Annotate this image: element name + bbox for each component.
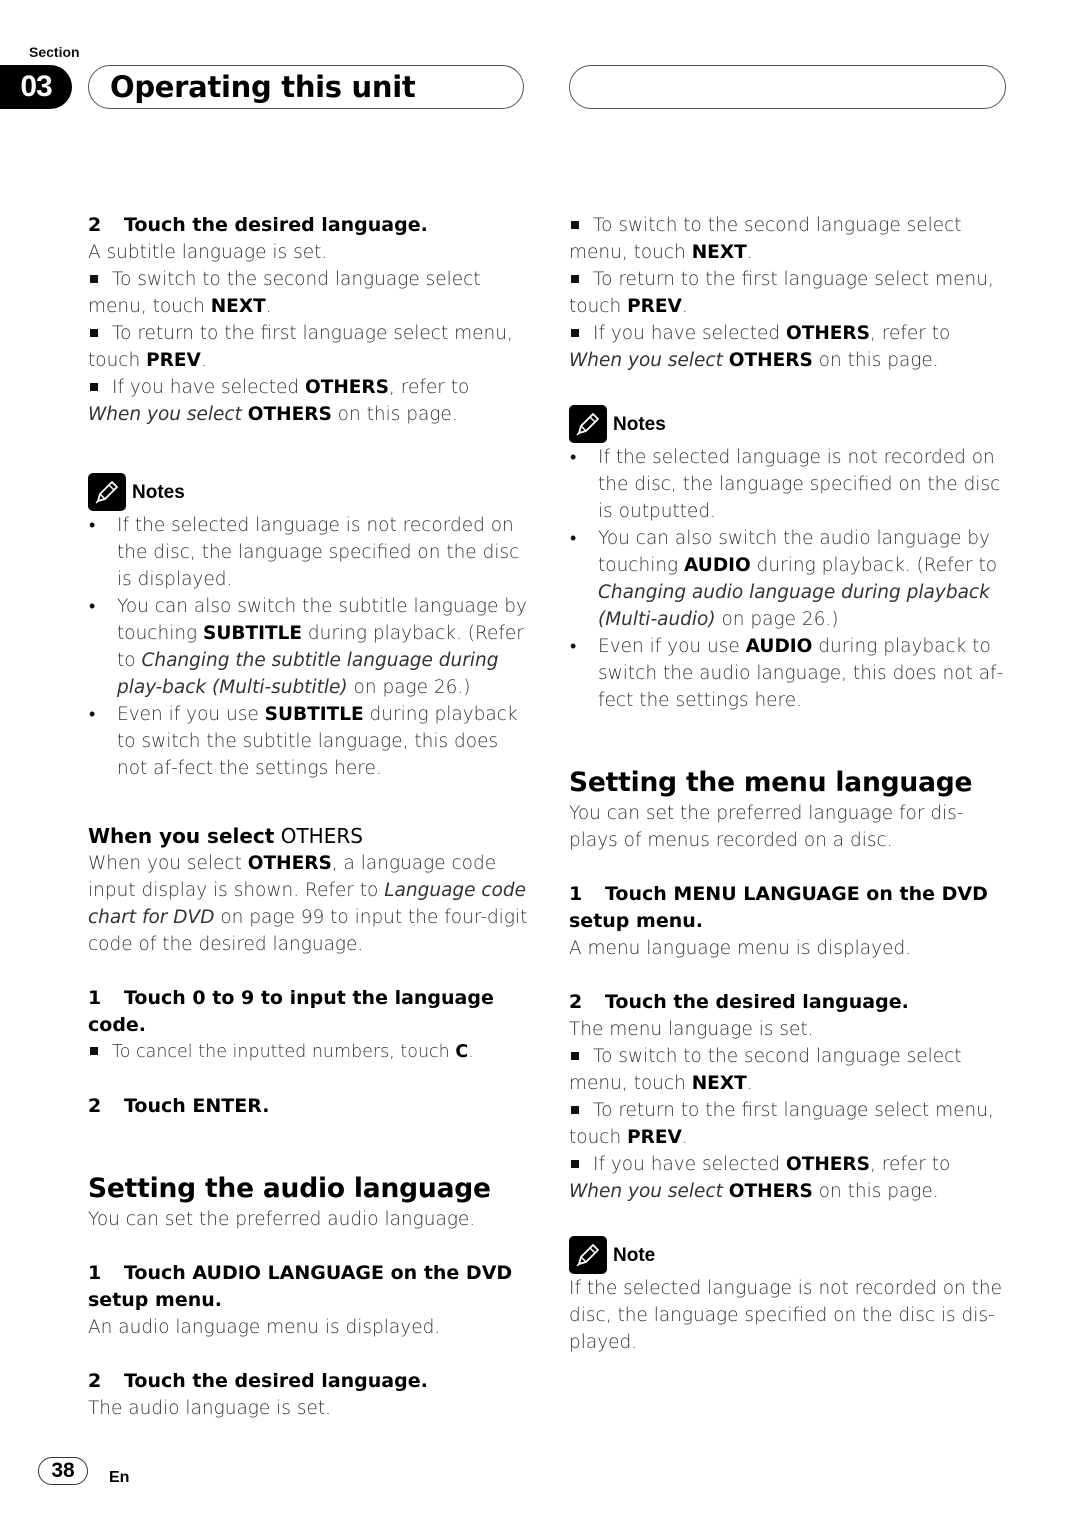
note-label: Note bbox=[613, 1244, 656, 1266]
cross-reference-link: When you select bbox=[88, 404, 242, 425]
square-bullet-icon bbox=[90, 274, 98, 283]
others-heading: When you select OTHERS bbox=[88, 824, 363, 848]
tip-item: To return to the first language select m… bbox=[569, 1100, 994, 1148]
square-bullet-icon bbox=[571, 220, 579, 229]
square-bullet-icon bbox=[90, 328, 98, 337]
note-item: Even if you use AUDIO during playback to… bbox=[569, 633, 1009, 714]
tip-item: To switch to the second language select … bbox=[569, 1046, 962, 1094]
others-body: When you select OTHERS, a language code … bbox=[88, 853, 528, 955]
step-heading: 2 Touch ENTER. bbox=[88, 1095, 270, 1117]
note-item: You can also switch the subtitle languag… bbox=[88, 593, 528, 701]
step-result: A menu language menu is displayed. bbox=[569, 938, 912, 959]
square-bullet-icon bbox=[90, 1046, 98, 1055]
note-item: You can also switch the audio language b… bbox=[569, 525, 1009, 633]
pencil-icon bbox=[569, 1236, 607, 1274]
square-bullet-icon bbox=[571, 1159, 579, 1168]
section-heading-audio-language: Setting the audio language bbox=[88, 1173, 491, 1204]
square-bullet-icon bbox=[571, 328, 579, 337]
section-label: Section bbox=[29, 44, 80, 60]
tip-item: To return to the first language select m… bbox=[88, 323, 513, 371]
cross-reference-link: When you select bbox=[569, 350, 723, 371]
tip-item: To switch to the second language select … bbox=[569, 215, 962, 263]
step-heading: 2 Touch the desired language. bbox=[569, 991, 909, 1013]
section-number-badge: 03 bbox=[0, 65, 72, 109]
note-item: If the selected language is not recorded… bbox=[569, 444, 1009, 525]
page-number: 38 bbox=[38, 1457, 88, 1485]
section-intro: You can set the preferred audio language… bbox=[88, 1209, 476, 1230]
page-title: Operating this unit bbox=[110, 70, 416, 104]
step-result: A subtitle language is set. bbox=[88, 242, 328, 263]
step-heading: 1 Touch AUDIO LANGUAGE on the DVD setup m… bbox=[88, 1262, 513, 1311]
tip-item: If you have selected OTHERS, refer to Wh… bbox=[569, 1154, 951, 1202]
notes-list: If the selected language is not recorded… bbox=[569, 444, 1009, 714]
tip-item: To cancel the inputted numbers, touch C. bbox=[88, 1039, 528, 1066]
square-bullet-icon bbox=[571, 274, 579, 283]
section-heading-menu-language: Setting the menu language bbox=[569, 767, 973, 798]
step-heading: 1 Touch MENU LANGUAGE on the DVD setup me… bbox=[569, 883, 988, 932]
tip-item: If you have selected OTHERS, refer to Wh… bbox=[569, 323, 951, 371]
notes-header: Notes bbox=[88, 472, 528, 512]
left-column: 2 Touch the desired language. A subtitle … bbox=[88, 212, 528, 1422]
language-code: En bbox=[109, 1469, 130, 1486]
notes-header: Notes bbox=[569, 404, 1009, 444]
pencil-icon bbox=[88, 473, 126, 511]
square-bullet-icon bbox=[90, 382, 98, 391]
note-header: Note bbox=[569, 1235, 1009, 1275]
notes-label: Notes bbox=[613, 413, 666, 435]
right-column: To switch to the second language select … bbox=[569, 212, 1009, 1356]
square-bullet-icon bbox=[571, 1051, 579, 1060]
notes-list: If the selected language is not recorded… bbox=[88, 512, 528, 782]
step-heading: 1 Touch 0 to 9 to input the language code… bbox=[88, 987, 494, 1036]
section-intro: You can set the preferred language for d… bbox=[569, 803, 964, 851]
cross-reference-link: When you select bbox=[569, 1181, 723, 1202]
note-text: If the selected language is not recorded… bbox=[569, 1278, 1003, 1353]
step-heading: 2 Touch the desired language. bbox=[88, 1370, 428, 1392]
note-item: Even if you use SUBTITLE during playback… bbox=[88, 701, 528, 782]
notes-label: Notes bbox=[132, 481, 185, 503]
note-item: If the selected language is not recorded… bbox=[88, 512, 528, 593]
tip-item: If you have selected OTHERS, refer to Wh… bbox=[88, 377, 470, 425]
right-header-frame bbox=[569, 65, 1006, 109]
tip-item: To return to the first language select m… bbox=[569, 269, 994, 317]
tip-item: To switch to the second language select … bbox=[88, 269, 481, 317]
square-bullet-icon bbox=[571, 1105, 579, 1114]
step-result: The menu language is set. bbox=[569, 1019, 814, 1040]
step-result: An audio language menu is displayed. bbox=[88, 1317, 441, 1338]
step-heading: 2 Touch the desired language. bbox=[88, 214, 428, 236]
pencil-icon bbox=[569, 405, 607, 443]
step-result: The audio language is set. bbox=[88, 1398, 331, 1419]
